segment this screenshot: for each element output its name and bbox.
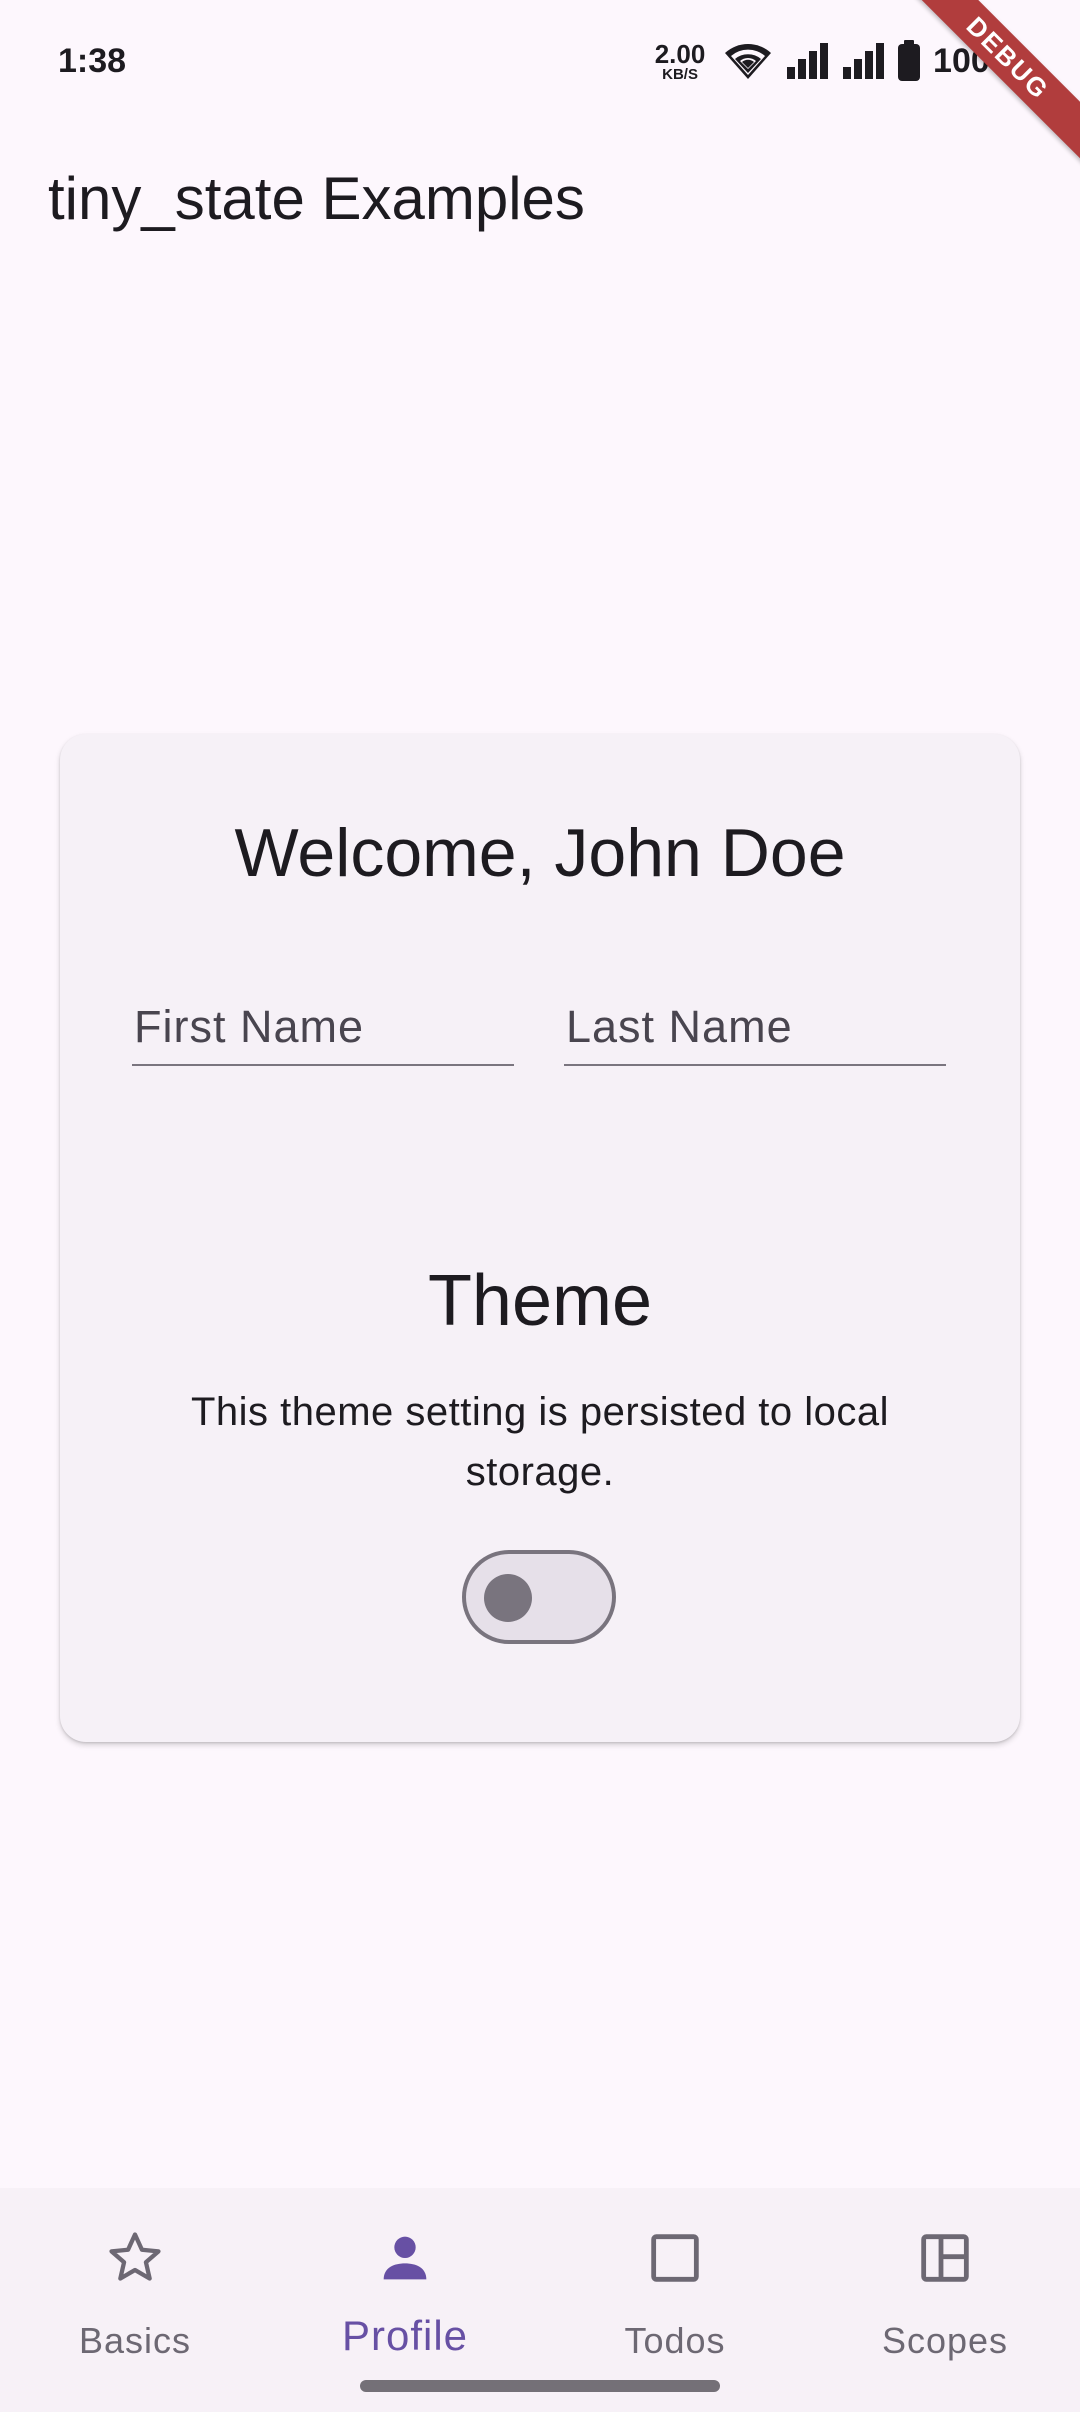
status-bar: 1:38 2.00 KB/S 100% [0, 0, 1080, 120]
last-name-field[interactable] [564, 990, 946, 1066]
battery-icon [897, 40, 921, 82]
square-outline-icon [635, 2218, 715, 2298]
status-time: 1:38 [58, 42, 127, 80]
signal-icon [841, 41, 887, 81]
theme-description: This theme setting is persisted to local… [190, 1390, 890, 1494]
nav-item-profile[interactable]: Profile [270, 2188, 540, 2412]
screen: 1:38 2.00 KB/S 100% DEBUG tiny_state Exa… [0, 0, 1080, 2412]
network-speed-unit: KB/S [662, 65, 698, 83]
nav-label-profile: Profile [341, 2312, 469, 2359]
nav-item-scopes[interactable]: Scopes [810, 2188, 1080, 2412]
theme-toggle[interactable] [462, 1550, 616, 1644]
nav-label-scopes: Scopes [881, 2320, 1009, 2361]
theme-toggle-thumb[interactable] [484, 1574, 532, 1622]
network-speed-value: 2.00 [654, 38, 706, 69]
nav-label-todos: Todos [624, 2320, 726, 2361]
app-bar: tiny_state Examples [0, 120, 1080, 288]
star-outline-icon [95, 2218, 175, 2298]
bottom-navigation: Basics Profile Todos Scopes [0, 2188, 1080, 2412]
signal-icon [785, 41, 831, 81]
theme-heading: Theme [427, 1261, 653, 1341]
last-name-input[interactable] [564, 990, 946, 1064]
person-icon [365, 2218, 445, 2298]
dashboard-outline-icon [905, 2218, 985, 2298]
network-speed: 2.00 KB/S [649, 41, 711, 82]
app-title: tiny_state Examples [48, 165, 585, 232]
profile-card: Welcome, John Doe Theme This theme setti… [60, 734, 1020, 1742]
first-name-field[interactable] [132, 990, 514, 1066]
wifi-icon [721, 39, 775, 83]
nav-item-basics[interactable]: Basics [0, 2188, 270, 2412]
home-indicator[interactable] [360, 2380, 720, 2392]
welcome-heading: Welcome, John Doe [234, 815, 846, 891]
nav-label-basics: Basics [78, 2320, 192, 2361]
first-name-input[interactable] [132, 990, 514, 1064]
nav-item-todos[interactable]: Todos [540, 2188, 810, 2412]
